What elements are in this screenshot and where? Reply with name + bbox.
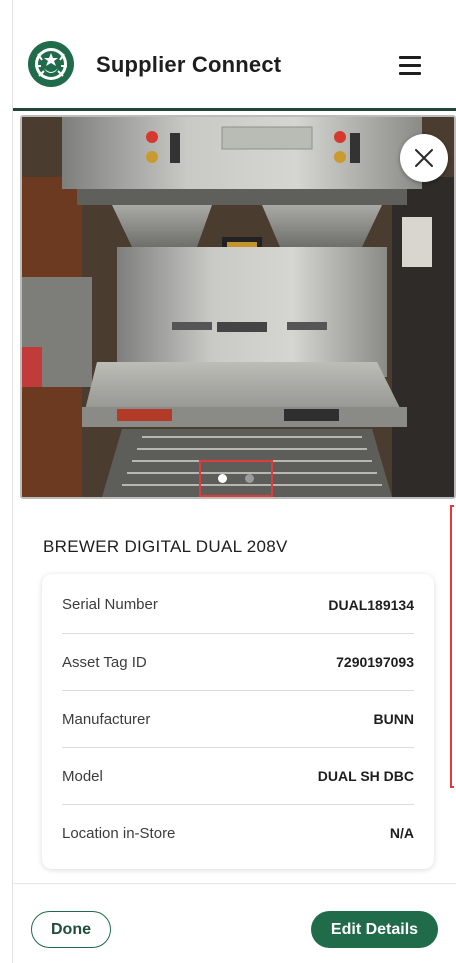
detail-label: Serial Number (62, 596, 158, 613)
brewer-photo (20, 115, 456, 499)
starbucks-logo-icon (27, 40, 75, 88)
asset-details-card: Serial Number DUAL189134 Asset Tag ID 72… (42, 574, 434, 869)
detail-value: 7290197093 (336, 654, 414, 670)
detail-label: Location in-Store (62, 824, 176, 842)
detail-row-location-in-store: Location in-Store N/A (62, 804, 414, 861)
detail-row-model: Model DUAL SH DBC (62, 747, 414, 804)
annotation-bracket (450, 505, 454, 788)
detail-row-manufacturer: Manufacturer BUNN (62, 690, 414, 747)
detail-value: DUAL SH DBC (317, 768, 414, 784)
detail-row-asset-tag-id: Asset Tag ID 7290197093 (62, 633, 414, 690)
detail-value: N/A (389, 825, 414, 841)
detail-label: Manufacturer (62, 710, 151, 728)
header-divider (13, 108, 456, 111)
edit-details-button[interactable]: Edit Details (311, 911, 438, 948)
footer-divider (13, 883, 456, 884)
done-button[interactable]: Done (31, 911, 111, 948)
close-icon (415, 149, 433, 167)
asset-name: BREWER DIGITAL DUAL 208V (43, 537, 288, 556)
carousel-dot-2[interactable] (245, 474, 254, 483)
detail-value: DUAL189134 (328, 596, 414, 613)
detail-label: Asset Tag ID (62, 653, 147, 671)
hamburger-menu-icon[interactable] (399, 56, 421, 75)
detail-row-serial-number: Serial Number DUAL189134 (62, 576, 414, 633)
left-edge-divider (12, 0, 13, 963)
carousel-dot-1[interactable] (218, 474, 227, 483)
close-photo-button[interactable] (400, 134, 448, 182)
app-header: Supplier Connect (13, 0, 456, 110)
detail-value: BUNN (373, 711, 414, 727)
carousel-pagination (199, 460, 273, 497)
app-title: Supplier Connect (96, 52, 282, 77)
detail-label: Model (62, 767, 103, 785)
